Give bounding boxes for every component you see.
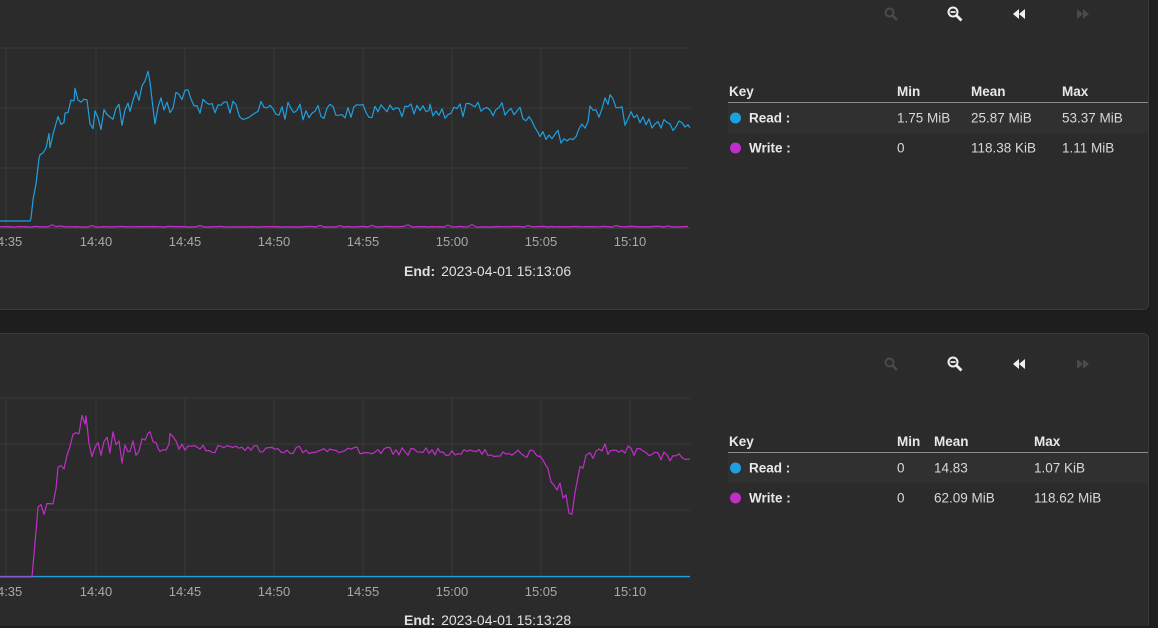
legend-table: Key Min Mean Max Read : 1.75 MiB 25.87 M… (728, 82, 1148, 163)
x-tick-label: 14:55 (347, 584, 380, 599)
legend-row-read[interactable]: Read : 1.75 MiB 25.87 MiB 53.37 MiB (728, 103, 1148, 133)
legend-header: Key Min Mean Max (728, 82, 1148, 103)
x-tick-label: 15:00 (436, 234, 469, 249)
series-line-write (0, 414, 691, 578)
rewind-icon[interactable] (1008, 355, 1030, 373)
x-tick-label: 14:45 (169, 584, 202, 599)
zoom-out-icon[interactable] (944, 355, 966, 373)
legend-max: 118.62 MiB (1034, 490, 1102, 506)
legend-header-min: Min (897, 84, 921, 99)
x-tick-label: 14:40 (80, 584, 113, 599)
zoom-out-icon[interactable] (944, 5, 966, 23)
legend-header-mean: Mean (971, 84, 1006, 99)
end-timestamp: End: 2023-04-01 15:13:06 (404, 263, 571, 279)
legend-mean: 14.83 (934, 460, 968, 476)
legend-min: 0 (897, 460, 905, 476)
series-color-dot (730, 112, 741, 124)
legend-row-read[interactable]: Read : 0 14.83 1.07 KiB (728, 453, 1148, 483)
legend-header-max: Max (1062, 84, 1089, 99)
fast-forward-icon[interactable] (1072, 355, 1094, 373)
x-tick-label: 15:10 (614, 584, 647, 599)
legend-mean: 25.87 MiB (971, 110, 1032, 126)
line-chart[interactable]: 14:35 14:40 14:45 14:50 14:55 15:00 15:05 15:10 (0, 0, 700, 260)
legend-mean: 62.09 MiB (934, 490, 995, 506)
legend-header-key: Key (729, 434, 754, 449)
line-chart[interactable]: 14:35 14:40 14:45 14:50 14:55 15:00 15:05 15:10 (0, 334, 700, 604)
legend-max: 1.07 KiB (1034, 460, 1086, 476)
legend-min: 0 (897, 490, 905, 506)
end-timestamp: End: 2023-04-01 15:13:28 (404, 612, 571, 628)
end-value: 2023-04-01 15:13:28 (441, 612, 572, 628)
fast-forward-icon[interactable] (1072, 5, 1094, 23)
x-tick-label: 15:10 (614, 234, 647, 249)
x-tick-label: 14:35 (0, 234, 22, 249)
zoom-in-icon[interactable] (880, 355, 902, 373)
x-tick-label: 14:35 (0, 584, 22, 599)
end-label: End: (404, 263, 436, 279)
end-label: End: (404, 612, 436, 628)
chart-toolbar (880, 5, 1100, 23)
legend-mean: 118.38 KiB (971, 140, 1037, 156)
x-tick-label: 14:40 (80, 234, 113, 249)
x-tick-label: 15:05 (525, 234, 558, 249)
legend-series-name: Read : (749, 460, 791, 476)
legend-header-min: Min (897, 434, 921, 449)
legend-series-name: Read : (749, 110, 791, 126)
legend-header-mean: Mean (934, 434, 969, 449)
x-tick-label: 15:00 (436, 584, 469, 599)
end-value: 2023-04-01 15:13:06 (441, 263, 572, 279)
chart-card-top: 14:35 14:40 14:45 14:50 14:55 15:00 15:05 15:10… (0, 0, 1149, 310)
legend-header: Key Min Mean Max (728, 432, 1148, 453)
legend-min: 1.75 MiB (897, 110, 951, 126)
legend-series-name: Write : (749, 140, 791, 156)
legend-max: 1.11 MiB (1062, 140, 1115, 156)
series-color-dot (730, 492, 741, 504)
legend-row-write[interactable]: Write : 0 62.09 MiB 118.62 MiB (728, 483, 1148, 513)
legend-table: Key Min Mean Max Read : 0 14.83 1.07 KiB… (728, 432, 1148, 513)
series-color-dot (730, 142, 741, 154)
x-tick-label: 14:45 (169, 234, 202, 249)
zoom-in-icon[interactable] (880, 5, 902, 23)
legend-row-write[interactable]: Write : 0 118.38 KiB 1.11 MiB (728, 133, 1148, 163)
x-tick-label: 14:50 (258, 234, 291, 249)
legend-header-max: Max (1034, 434, 1061, 449)
chart-toolbar (880, 355, 1100, 373)
legend-min: 0 (897, 140, 905, 156)
legend-series-name: Write : (749, 490, 791, 506)
series-line-read (0, 70, 691, 222)
x-tick-label: 14:50 (258, 584, 291, 599)
chart-card-bottom: 14:35 14:40 14:45 14:50 14:55 15:00 15:05 15:10… (0, 333, 1149, 628)
series-color-dot (730, 462, 741, 474)
x-tick-label: 14:55 (347, 234, 380, 249)
x-tick-label: 15:05 (525, 584, 558, 599)
legend-header-key: Key (729, 84, 754, 99)
series-line-write (0, 223, 688, 228)
legend-max: 53.37 MiB (1062, 110, 1123, 126)
rewind-icon[interactable] (1008, 5, 1030, 23)
